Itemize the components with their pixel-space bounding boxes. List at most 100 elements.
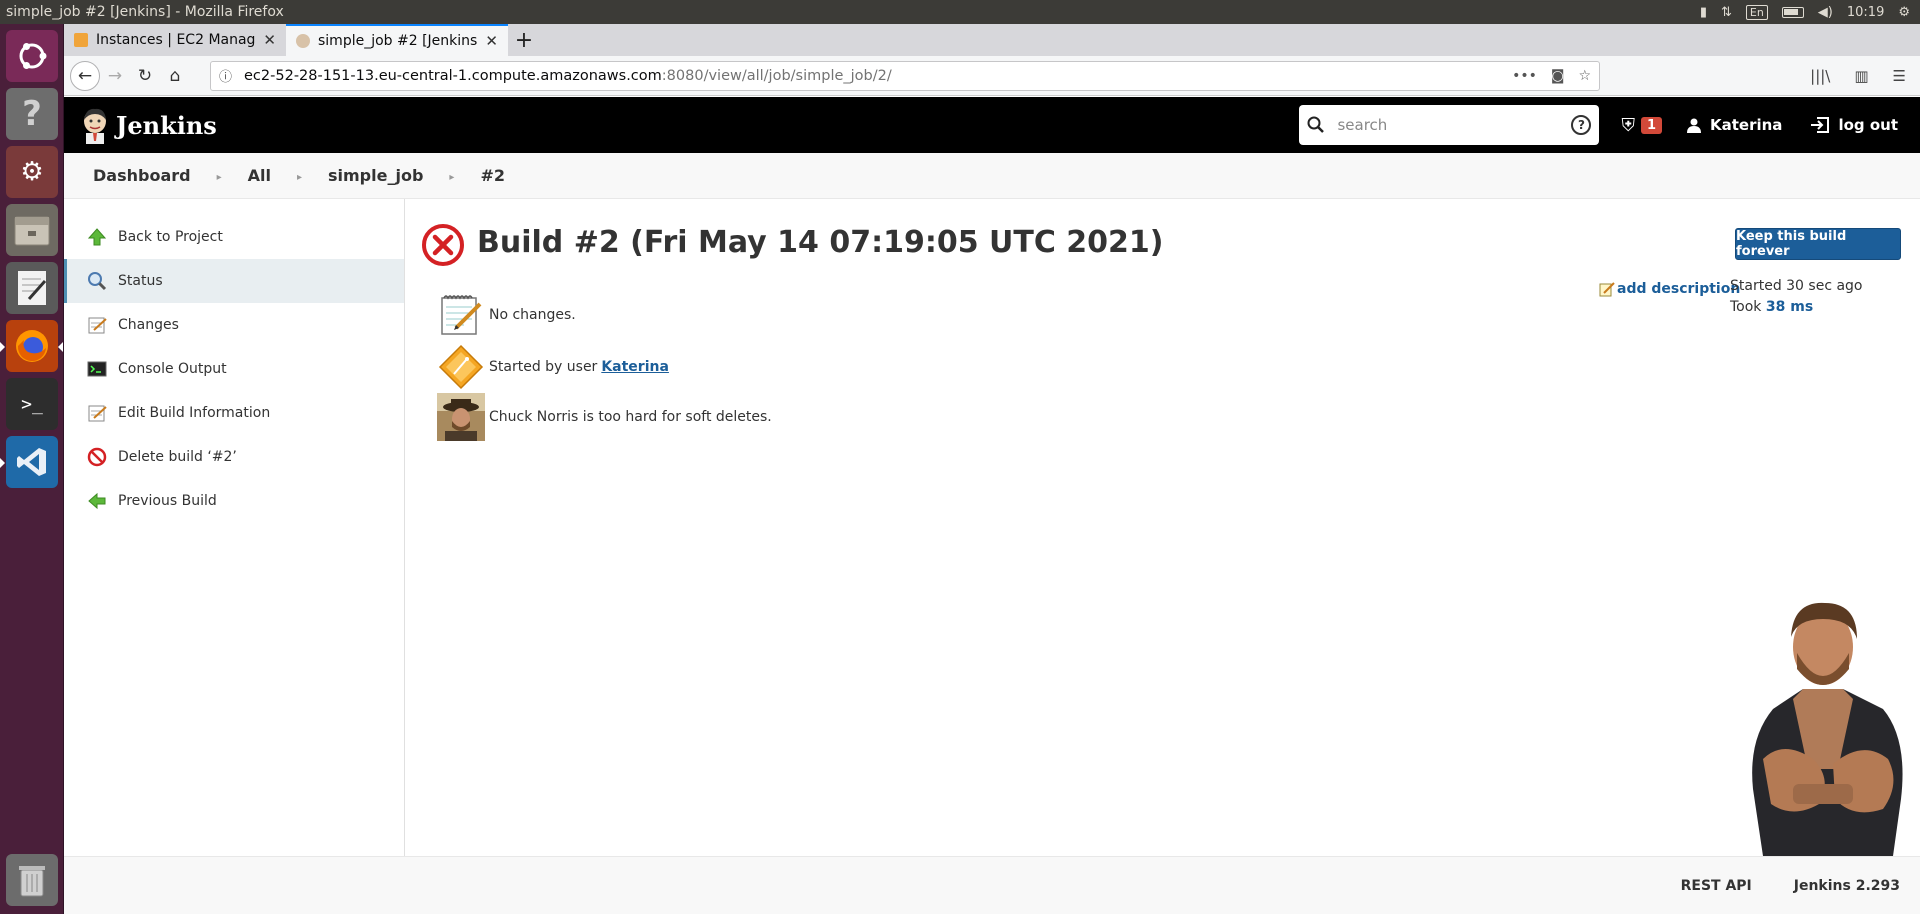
no-changes-text: No changes.: [489, 307, 576, 323]
tab-ec2-instances[interactable]: Instances | EC2 Manager ✕: [64, 24, 286, 56]
menu-icon[interactable]: ☰: [1893, 67, 1906, 85]
jenkins-favicon-icon: [296, 34, 310, 48]
keep-build-forever-button[interactable]: Keep this build forever: [1735, 228, 1901, 260]
clock[interactable]: 10:19: [1847, 5, 1884, 20]
breadcrumb-dashboard[interactable]: Dashboard: [93, 166, 191, 185]
sidebar-item-label: Delete build ‘#2’: [118, 449, 237, 465]
sidebar-item-previous-build[interactable]: Previous Build: [64, 479, 404, 523]
url-host: ec2-52-28-151-13.eu-central-1.compute.am…: [244, 67, 662, 84]
chuck-norris-summary: Chuck Norris is too hard for soft delete…: [437, 393, 772, 441]
started-time: Started 30 sec ago: [1730, 278, 1863, 294]
rest-api-link[interactable]: REST API: [1681, 878, 1752, 894]
text-editor-icon[interactable]: [6, 262, 58, 314]
logout-link[interactable]: log out: [1810, 116, 1898, 134]
main-content: Build #2 (Fri May 14 07:19:05 UTC 2021) …: [405, 199, 1920, 856]
tab-label: Instances | EC2 Manager: [96, 32, 256, 48]
search-box: ?: [1299, 105, 1600, 145]
sidebar-toggle-icon[interactable]: ▥: [1854, 67, 1868, 85]
pocket-icon[interactable]: ◙: [1551, 68, 1565, 84]
breadcrumb-all[interactable]: All: [248, 166, 271, 185]
chuck-norris-avatar: [437, 393, 485, 441]
help-icon[interactable]: ?: [6, 88, 58, 140]
tab-jenkins-build[interactable]: simple_job #2 [Jenkins] ✕: [286, 24, 508, 56]
sidebar-item-changes[interactable]: Changes: [64, 303, 404, 347]
tab-label: simple_job #2 [Jenkins]: [318, 33, 478, 49]
shield-alert-icon: ⛨: [1621, 114, 1635, 136]
firefox-icon[interactable]: [6, 320, 58, 372]
breadcrumb-build[interactable]: #2: [480, 166, 505, 185]
user-icon: [1687, 118, 1701, 133]
notepad-icon: [86, 314, 108, 336]
bookmark-star-icon[interactable]: ☆: [1578, 68, 1591, 84]
chuck-norris-image: [1752, 602, 1903, 856]
notepad-icon: [86, 402, 108, 424]
terminal-icon[interactable]: >_: [6, 378, 58, 430]
volume-icon[interactable]: ◀): [1818, 5, 1833, 20]
started-by-user-link[interactable]: Katerina: [601, 359, 669, 375]
jenkins-title[interactable]: Jenkins: [116, 111, 217, 140]
browser-tab-strip: Instances | EC2 Manager ✕ simple_job #2 …: [64, 24, 1920, 56]
user-menu[interactable]: Katerina: [1686, 116, 1782, 134]
files-icon[interactable]: [6, 204, 58, 256]
search-input[interactable]: [1337, 116, 1572, 134]
page-actions-icon[interactable]: •••: [1512, 68, 1537, 84]
battery-icon[interactable]: [1781, 6, 1804, 18]
back-button[interactable]: ←: [70, 60, 100, 91]
security-alerts[interactable]: ⛨ 1: [1621, 115, 1662, 136]
jenkins-header: Jenkins ? ⛨ 1 Katerina log out: [64, 97, 1920, 153]
sidebar-item-label: Edit Build Information: [118, 405, 271, 421]
system-tray: ▮ ⇅ En ◀) 10:19 ⚙: [1700, 4, 1920, 20]
breadcrumb-separator-icon: ▸: [216, 172, 222, 183]
notepad-icon: [437, 291, 485, 339]
no-entry-icon: [86, 446, 108, 468]
ubuntu-icon[interactable]: [6, 30, 58, 82]
site-info-icon[interactable]: ⓘ: [219, 66, 232, 85]
vscode-icon[interactable]: [6, 436, 58, 488]
aws-favicon-icon: [74, 33, 88, 47]
logout-icon: [1811, 117, 1830, 133]
close-tab-icon[interactable]: ✕: [485, 32, 498, 50]
duration-link[interactable]: 38 ms: [1766, 299, 1813, 315]
help-icon[interactable]: ?: [1571, 115, 1592, 135]
sidebar-item-label: Back to Project: [118, 229, 223, 245]
alert-count-badge: 1: [1640, 116, 1662, 134]
breadcrumb-separator-icon: ▸: [296, 172, 302, 183]
new-tab-button[interactable]: +: [508, 24, 540, 56]
library-icon[interactable]: |||\: [1810, 67, 1830, 85]
sidebar-item-console-output[interactable]: Console Output: [64, 347, 404, 391]
network-icon[interactable]: ⇅: [1721, 5, 1732, 20]
settings-icon[interactable]: ⚙: [6, 146, 58, 198]
changes-summary: No changes.: [437, 291, 576, 339]
user-cause-icon: [437, 343, 485, 391]
sidebar-item-label: Console Output: [118, 361, 227, 377]
user-name: Katerina: [1710, 116, 1783, 134]
side-panel: Back to Project Status Changes Console O…: [64, 199, 405, 856]
build-timing-info: Started 30 sec ago Took 38 ms: [1730, 276, 1863, 318]
reload-button[interactable]: ↻: [130, 61, 160, 91]
sidebar-item-back-to-project[interactable]: Back to Project: [64, 215, 404, 259]
files-tray-icon[interactable]: ▮: [1700, 5, 1707, 20]
jenkins-version-link[interactable]: Jenkins 2.293: [1794, 878, 1900, 894]
left-arrow-icon: [86, 490, 108, 512]
jenkins-logo-icon[interactable]: [80, 106, 110, 144]
up-arrow-icon: [86, 226, 108, 248]
search-icon: [1307, 116, 1325, 133]
url-bar[interactable]: ⓘ ec2-52-28-151-13.eu-central-1.compute.…: [210, 60, 1600, 91]
breadcrumb-job[interactable]: simple_job: [328, 166, 423, 185]
build-failed-icon: [422, 224, 464, 266]
power-gear-icon[interactable]: ⚙: [1898, 5, 1910, 20]
add-description-link[interactable]: add description: [1599, 281, 1740, 297]
trash-icon[interactable]: [6, 854, 58, 906]
close-tab-icon[interactable]: ✕: [263, 31, 276, 49]
keyboard-layout-indicator[interactable]: En: [1745, 4, 1768, 20]
breadcrumb-separator-icon: ▸: [449, 172, 455, 183]
sidebar-item-label: Status: [118, 273, 163, 289]
sidebar-item-delete-build[interactable]: Delete build ‘#2’: [64, 435, 404, 479]
sidebar-item-status[interactable]: Status: [64, 259, 404, 303]
terminal-icon: [86, 358, 108, 380]
forward-button[interactable]: →: [100, 61, 130, 91]
sidebar-item-edit-build-information[interactable]: Edit Build Information: [64, 391, 404, 435]
home-button[interactable]: ⌂: [160, 61, 190, 91]
page-footer: REST API Jenkins 2.293: [64, 856, 1920, 914]
edit-note-icon: [1599, 282, 1615, 297]
